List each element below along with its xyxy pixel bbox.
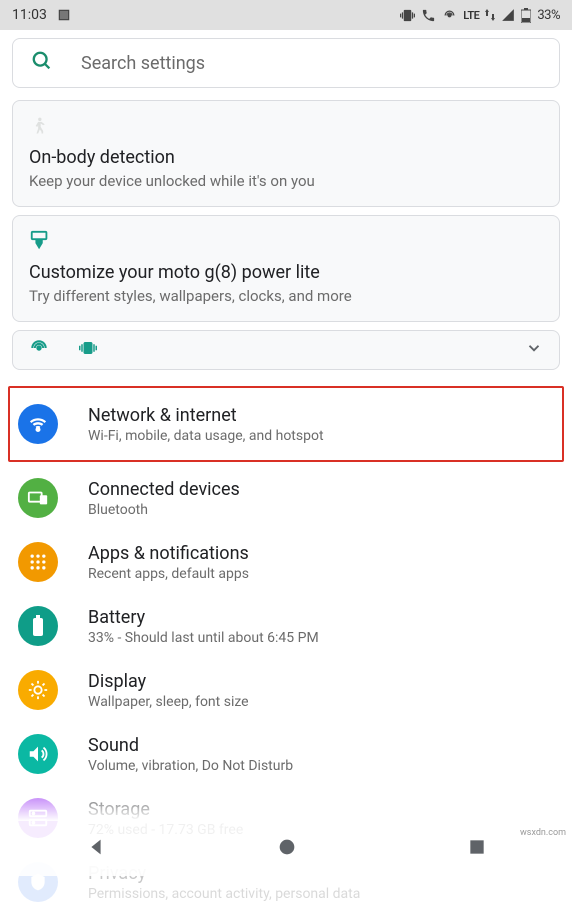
data-updown-icon xyxy=(485,9,495,21)
item-sub: Wallpaper, sleep, font size xyxy=(88,694,249,710)
battery-percent: 33% xyxy=(537,8,560,23)
item-sub: Volume, vibration, Do Not Disturb xyxy=(88,758,293,774)
item-sub: 33% - Should last until about 6:45 PM xyxy=(88,630,319,646)
volume-icon xyxy=(18,734,58,774)
card-title: Customize your moto g(8) power lite xyxy=(29,262,543,283)
status-bar: 11:03 LTE 33% xyxy=(0,0,572,30)
battery-icon xyxy=(18,606,58,646)
brightness-icon xyxy=(18,670,58,710)
screenshot-icon xyxy=(57,8,71,22)
item-title: Display xyxy=(88,671,249,692)
status-time: 11:03 xyxy=(12,7,47,23)
item-sub: Permissions, account activity, personal … xyxy=(88,886,360,902)
wifi-calling-icon xyxy=(421,8,436,23)
vibrate-toggle-icon xyxy=(77,339,99,361)
battery-icon xyxy=(521,8,531,23)
lte-label: LTE xyxy=(463,9,479,22)
wifi-icon xyxy=(18,404,58,444)
item-title: Storage xyxy=(88,799,243,820)
devices-icon xyxy=(18,478,58,518)
quick-toggle-row[interactable] xyxy=(12,330,560,370)
item-sub: Wi-Fi, mobile, data usage, and hotspot xyxy=(88,428,324,444)
brush-icon xyxy=(29,230,543,252)
item-title: Battery xyxy=(88,607,319,628)
vibrate-icon xyxy=(400,8,415,23)
item-apps[interactable]: Apps & notifications Recent apps, defaul… xyxy=(12,530,560,594)
search-icon xyxy=(31,50,53,76)
nav-recent-button[interactable] xyxy=(467,837,487,861)
search-settings[interactable]: Search settings xyxy=(12,38,560,88)
item-network[interactable]: Network & internet Wi-Fi, mobile, data u… xyxy=(14,392,558,456)
item-display[interactable]: Display Wallpaper, sleep, font size xyxy=(12,658,560,722)
nav-home-button[interactable] xyxy=(276,836,298,862)
search-placeholder: Search settings xyxy=(81,53,205,74)
card-title: On-body detection xyxy=(29,147,543,168)
suggestion-customize[interactable]: Customize your moto g(8) power lite Try … xyxy=(12,215,560,322)
card-sub: Keep your device unlocked while it's on … xyxy=(29,172,543,190)
nav-back-button[interactable] xyxy=(85,836,107,862)
item-devices[interactable]: Connected devices Bluetooth xyxy=(12,466,560,530)
item-title: Sound xyxy=(88,735,293,756)
signal-icon xyxy=(501,8,515,22)
item-title: Apps & notifications xyxy=(88,543,249,564)
item-sub: Recent apps, default apps xyxy=(88,566,249,582)
apps-icon xyxy=(18,542,58,582)
item-title: Connected devices xyxy=(88,479,240,500)
walk-icon xyxy=(29,115,543,137)
chevron-down-icon xyxy=(525,339,543,361)
item-sound[interactable]: Sound Volume, vibration, Do Not Disturb xyxy=(12,722,560,786)
hotspot-icon xyxy=(442,8,457,23)
navigation-bar xyxy=(0,821,572,876)
card-sub: Try different styles, wallpapers, clocks… xyxy=(29,287,543,305)
item-title: Network & internet xyxy=(88,405,324,426)
hotspot-toggle-icon xyxy=(29,338,49,362)
item-battery[interactable]: Battery 33% - Should last until about 6:… xyxy=(12,594,560,658)
highlight-network: Network & internet Wi-Fi, mobile, data u… xyxy=(8,386,564,462)
suggestion-on-body[interactable]: On-body detection Keep your device unloc… xyxy=(12,100,560,207)
watermark: wsxdn.com xyxy=(520,828,566,838)
item-sub: Bluetooth xyxy=(88,502,240,518)
